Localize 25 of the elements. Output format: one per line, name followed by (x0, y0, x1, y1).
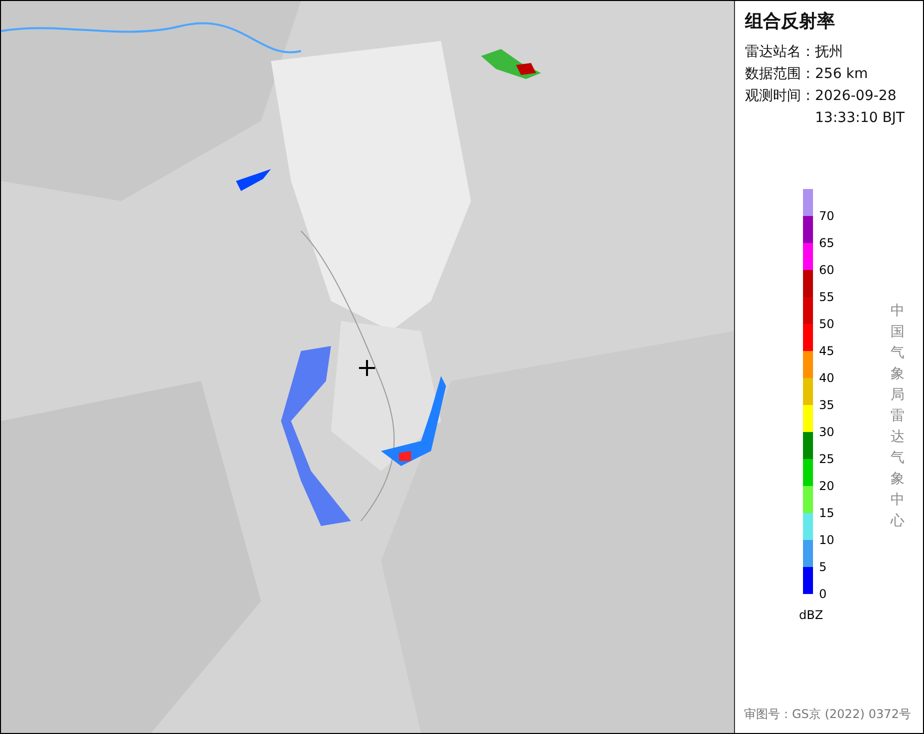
info-label: 观测时间： (745, 87, 815, 106)
legend-value: 45 (819, 345, 834, 357)
credit-text: 中国气象局雷达气象中心 (890, 302, 904, 531)
info-value: 2026-09-28 13:33:10 BJT (815, 87, 906, 128)
legend-value: 15 (819, 507, 834, 519)
legend-unit: dBZ (799, 608, 824, 622)
legend-value: 25 (819, 453, 834, 465)
legend-value: 55 (819, 291, 834, 303)
legend-value: 20 (819, 480, 834, 492)
legend-value: 10 (819, 534, 834, 546)
legend-value: 30 (819, 426, 834, 438)
legend-value: 60 (819, 264, 834, 276)
info-label: 数据范围： (745, 65, 815, 84)
legend-value: 5 (819, 561, 827, 573)
map-approval-number: 审图号：GS京 (2022) 0372号 (744, 706, 911, 723)
chart-title: 组合反射率 (745, 10, 836, 33)
info-value: 256 km (815, 65, 869, 84)
legend-value: 40 (819, 372, 834, 384)
info-value: 抚州 (815, 43, 844, 62)
legend-value: 0 (819, 588, 827, 600)
legend-value: 65 (819, 237, 834, 249)
legend-value: 70 (819, 210, 834, 222)
info-label: 雷达站名： (745, 43, 815, 62)
legend-value: 50 (819, 318, 834, 330)
legend-value: 35 (819, 399, 834, 411)
